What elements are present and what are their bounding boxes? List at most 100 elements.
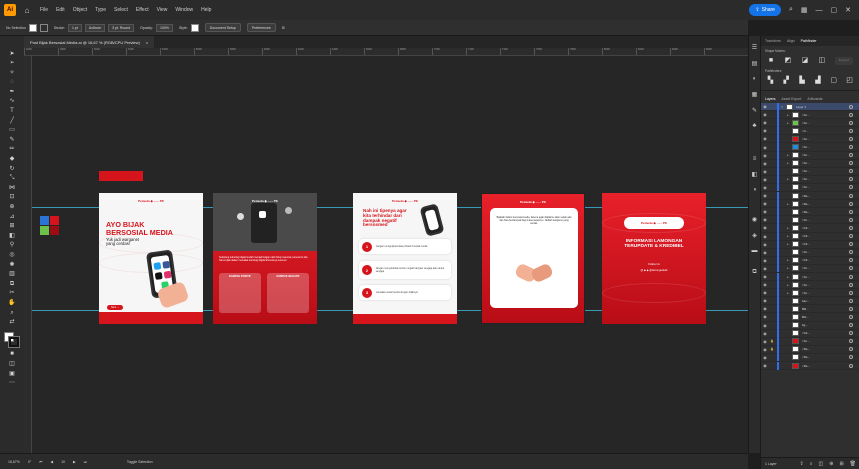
- layer-row[interactable]: ◉ ▸ <Cli...: [761, 256, 859, 265]
- swap-colors-icon[interactable]: ⇄: [7, 319, 17, 326]
- selection-tool-icon[interactable]: ➤: [7, 50, 17, 57]
- layer-row[interactable]: ◉ ▸ <Cli...: [761, 223, 859, 233]
- free-transform-tool-icon[interactable]: ⊡: [7, 194, 17, 201]
- target-circle-icon[interactable]: [849, 217, 853, 222]
- target-circle-icon[interactable]: [849, 355, 853, 360]
- preferences-button[interactable]: Preferences: [246, 23, 276, 32]
- prev-artboard-icon[interactable]: ◀: [50, 460, 53, 464]
- tab-transform[interactable]: Transform: [765, 39, 781, 43]
- menu-object[interactable]: Object: [73, 7, 87, 13]
- target-circle-icon[interactable]: [849, 339, 853, 344]
- target-circle-icon[interactable]: [849, 314, 853, 319]
- menu-view[interactable]: View: [157, 7, 168, 13]
- chevron-right-icon[interactable]: ▸: [785, 275, 791, 279]
- zoom-level[interactable]: 16,67%: [8, 460, 20, 464]
- target-circle-icon[interactable]: [849, 282, 853, 287]
- symbols-icon[interactable]: ♣: [753, 123, 757, 129]
- next-artboard-icon[interactable]: ▶: [73, 460, 76, 464]
- target-circle-icon[interactable]: [849, 225, 853, 230]
- layer-row[interactable]: ◉ ▸ <Gr...: [761, 280, 859, 290]
- close-tab-icon[interactable]: ×: [146, 40, 148, 45]
- rotation-value[interactable]: 0°: [28, 460, 31, 464]
- visibility-eye-icon[interactable]: ◉: [761, 217, 769, 222]
- menu-select[interactable]: Select: [114, 7, 128, 13]
- target-circle-icon[interactable]: [849, 112, 853, 117]
- red-rectangle-object[interactable]: [99, 171, 143, 181]
- clipping-mask-icon[interactable]: ◫: [819, 461, 824, 467]
- properties-icon[interactable]: ☰: [752, 44, 757, 51]
- drawing-mode-icon[interactable]: ◫: [7, 360, 17, 367]
- target-circle-icon[interactable]: [849, 266, 853, 271]
- stroke-weight-input[interactable]: 1 pt: [67, 23, 82, 32]
- eraser-tool-icon[interactable]: ◆: [7, 156, 17, 163]
- target-circle-icon[interactable]: [849, 242, 853, 247]
- lock-icon[interactable]: 🔒: [769, 347, 775, 351]
- document-setup-button[interactable]: Document Setup: [204, 23, 241, 32]
- visibility-eye-icon[interactable]: ◉: [761, 153, 769, 158]
- column-graph-tool-icon[interactable]: ▥: [7, 271, 17, 278]
- lasso-tool-icon[interactable]: ◌: [7, 79, 17, 86]
- chevron-right-icon[interactable]: ▸: [785, 226, 791, 230]
- style-swatch[interactable]: [190, 23, 199, 32]
- visibility-eye-icon[interactable]: ◉: [761, 250, 769, 255]
- layer-row[interactable]: ◉ BR...: [761, 304, 859, 314]
- close-icon[interactable]: ✕: [845, 6, 851, 14]
- visibility-eye-icon[interactable]: ◉: [761, 177, 769, 182]
- layer-row[interactable]: ◉ <C...: [761, 126, 859, 136]
- gradient-tool-icon[interactable]: ◧: [7, 232, 17, 239]
- target-circle-icon[interactable]: [849, 258, 853, 263]
- color-icon[interactable]: ◐: [753, 76, 757, 82]
- chevron-right-icon[interactable]: ▸: [785, 202, 791, 206]
- graphic-styles-icon[interactable]: ◈: [752, 232, 757, 239]
- visibility-eye-icon[interactable]: ◉: [761, 347, 769, 352]
- new-layer-icon[interactable]: ⊞: [839, 461, 843, 467]
- artboard-number[interactable]: 10: [61, 460, 65, 464]
- rectangle-tool-icon[interactable]: ▭: [7, 127, 17, 134]
- layer-row[interactable]: ◉ <Gr...: [761, 183, 859, 193]
- stroke-swatch[interactable]: [39, 23, 48, 32]
- artboard-tool-icon[interactable]: ⧉: [7, 280, 17, 287]
- visibility-eye-icon[interactable]: ◉: [761, 169, 769, 174]
- target-circle-icon[interactable]: [849, 128, 853, 133]
- target-circle-icon[interactable]: [849, 177, 853, 182]
- merge-icon[interactable]: ▙: [799, 77, 806, 85]
- visibility-eye-icon[interactable]: ◉: [761, 363, 769, 368]
- last-artboard-icon[interactable]: ⏭: [84, 460, 87, 464]
- minus-front-icon[interactable]: ◩: [784, 57, 792, 65]
- vertical-ruler[interactable]: [24, 56, 32, 453]
- tab-layers[interactable]: Layers: [765, 97, 776, 101]
- visibility-eye-icon[interactable]: ◉: [761, 274, 769, 279]
- menu-edit[interactable]: Edit: [56, 7, 65, 13]
- direct-selection-tool-icon[interactable]: ➢: [7, 60, 17, 67]
- layer-row[interactable]: ◉ <Re...: [761, 361, 859, 371]
- perspective-grid-tool-icon[interactable]: ⊿: [7, 213, 17, 220]
- visibility-eye-icon[interactable]: ◉: [761, 339, 769, 344]
- visibility-eye-icon[interactable]: ◉: [761, 234, 769, 239]
- target-circle-icon[interactable]: [849, 153, 853, 158]
- layer-row[interactable]: ◉ ▸ <Gr...: [761, 110, 859, 120]
- visibility-eye-icon[interactable]: ◉: [761, 306, 769, 311]
- visibility-eye-icon[interactable]: ◉: [761, 242, 769, 247]
- layer-row[interactable]: ◉ <Cli...: [761, 329, 859, 338]
- visibility-eye-icon[interactable]: ◉: [761, 128, 769, 133]
- symbol-sprayer-tool-icon[interactable]: ✺: [7, 261, 17, 268]
- chevron-right-icon[interactable]: ▸: [785, 113, 791, 117]
- visibility-eye-icon[interactable]: ◉: [761, 193, 769, 198]
- trim-icon[interactable]: ▞: [783, 77, 790, 85]
- layer-row[interactable]: ◉ <Gr...: [761, 215, 859, 225]
- layer-row[interactable]: ◉ <Gr...: [761, 167, 859, 176]
- share-button[interactable]: ⇪ Share: [749, 4, 781, 16]
- visibility-eye-icon[interactable]: ◉: [761, 290, 769, 295]
- divide-icon[interactable]: ▚: [767, 77, 774, 85]
- slice-tool-icon[interactable]: ✂: [7, 290, 17, 297]
- visibility-eye-icon[interactable]: ◉: [761, 225, 769, 230]
- target-circle-icon[interactable]: [849, 201, 853, 206]
- visibility-eye-icon[interactable]: ◉: [761, 161, 769, 166]
- target-circle-icon[interactable]: [849, 136, 853, 141]
- line-tool-icon[interactable]: ╱: [7, 117, 17, 124]
- visibility-eye-icon[interactable]: ◉: [761, 323, 769, 328]
- color-swatch-objects[interactable]: [40, 216, 60, 236]
- layer-row[interactable]: ◉ ▸ <Gr...: [761, 272, 859, 282]
- target-circle-icon[interactable]: [849, 169, 853, 174]
- horizontal-ruler[interactable]: 4600 4800 5000 5200 5400 5600 5800 6000 6200 6400…: [24, 48, 748, 56]
